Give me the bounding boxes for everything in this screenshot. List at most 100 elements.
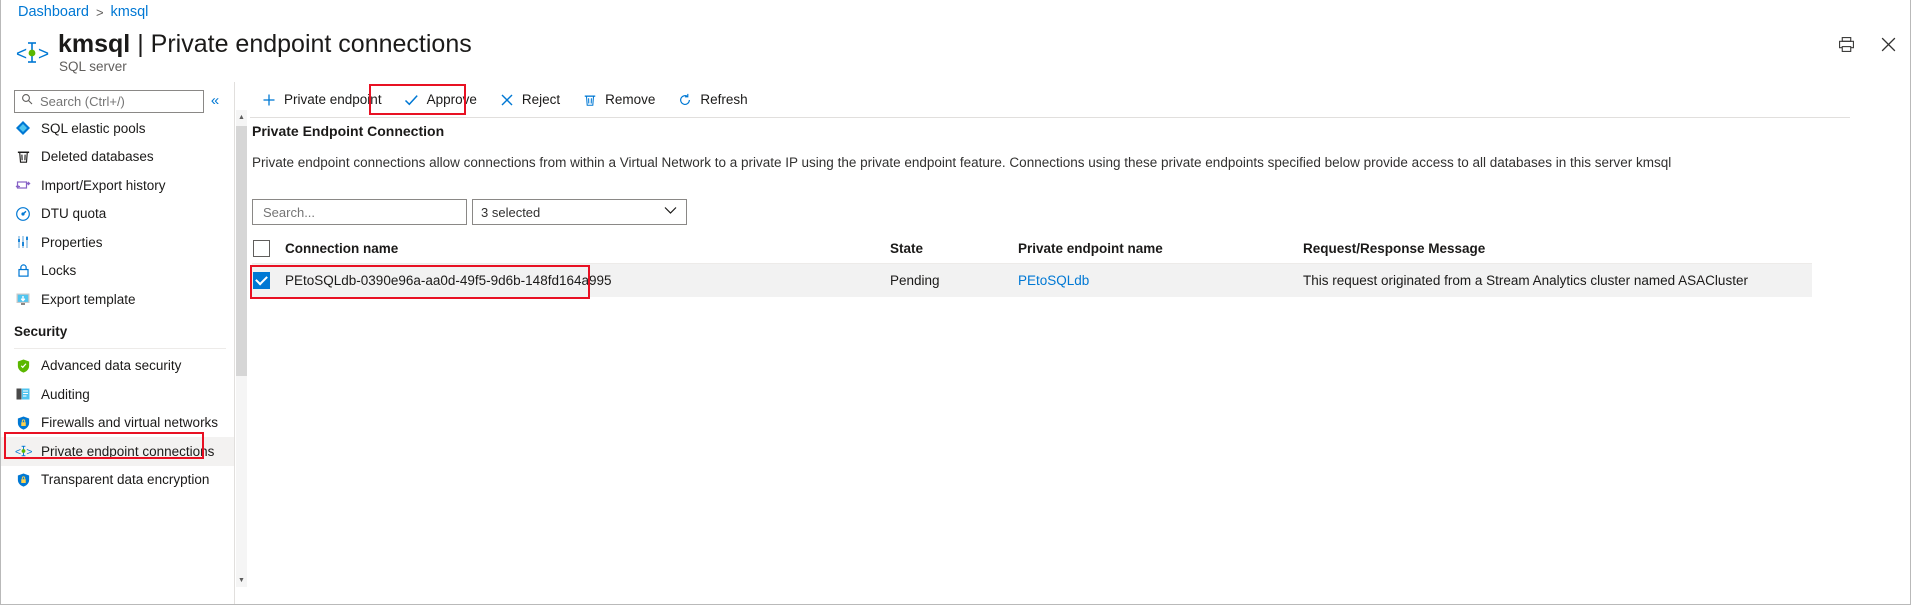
- x-icon: [499, 92, 515, 108]
- sidebar-item-properties[interactable]: Properties: [1, 228, 234, 257]
- search-input[interactable]: [38, 93, 188, 110]
- toolbar-divider: [250, 117, 1850, 118]
- breadcrumb-item-dashboard[interactable]: Dashboard: [18, 4, 89, 20]
- sidebar-item-sql-elastic-pools[interactable]: SQL elastic pools: [1, 114, 234, 143]
- sidebar-item-label: Deleted databases: [41, 149, 154, 164]
- table-search-input[interactable]: [261, 204, 458, 221]
- print-icon[interactable]: [1834, 32, 1858, 56]
- sliders-icon: [14, 233, 32, 251]
- auditing-icon: [14, 385, 32, 403]
- private-endpoint-link[interactable]: PEtoSQLdb: [1018, 273, 1089, 288]
- import-export-icon: [14, 176, 32, 194]
- sidebar-group-security: Security: [1, 314, 234, 344]
- sidebar-item-label: Locks: [41, 263, 76, 278]
- toolbar-button-label: Approve: [427, 92, 477, 107]
- scrollbar-thumb[interactable]: [236, 126, 247, 376]
- toolbar-button-label: Refresh: [700, 92, 747, 107]
- refresh-button[interactable]: Refresh: [666, 85, 758, 115]
- blade-header: < > kmsql | Private endpoint connections…: [1, 26, 1911, 82]
- search-icon: [15, 92, 38, 110]
- column-header-state[interactable]: State: [890, 241, 1018, 256]
- sidebar-item-firewalls-and-virtual-networks[interactable]: Firewalls and virtual networks: [1, 409, 234, 438]
- sidebar-item-label: SQL elastic pools: [41, 121, 146, 136]
- table-header-row: Connection name State Private endpoint n…: [252, 234, 1812, 264]
- sidebar-search-box[interactable]: [14, 90, 204, 113]
- azure-portal-blade: Dashboard > kmsql < > kmsql | Private en…: [0, 0, 1911, 605]
- sidebar-item-export-template[interactable]: Export template: [1, 285, 234, 314]
- sidebar-item-label: Import/Export history: [41, 178, 166, 193]
- resource-type-subtitle: SQL server: [59, 59, 127, 74]
- breadcrumb-item-kmsql[interactable]: kmsql: [111, 4, 149, 20]
- row-checkbox[interactable]: [253, 272, 270, 289]
- trash-icon: [14, 148, 32, 166]
- page-title-separator: |: [137, 30, 144, 58]
- sidebar-item-label: Advanced data security: [41, 358, 181, 373]
- private-endpoint-icon: < >: [15, 36, 49, 70]
- sidebar-item-label: Transparent data encryption: [41, 472, 209, 487]
- page-title-resource: kmsql: [58, 30, 130, 58]
- sidebar-collapse-button[interactable]: «: [205, 90, 225, 110]
- private-endpoint-icon: < >: [14, 442, 32, 460]
- sidebar-item-label: Properties: [41, 235, 103, 250]
- scroll-down-arrow[interactable]: ▼: [236, 573, 247, 587]
- column-header-connection-name[interactable]: Connection name: [285, 241, 890, 256]
- sidebar-item-label: Auditing: [41, 387, 90, 402]
- toolbar-button-label: Private endpoint: [284, 92, 382, 107]
- blade-sidebar: « SQL elastic pools: [1, 82, 235, 605]
- private-endpoint-button[interactable]: Private endpoint: [250, 85, 393, 115]
- elastic-pool-icon: [14, 119, 32, 137]
- chevron-down-icon: [664, 206, 677, 218]
- shield-lock-icon: [14, 471, 32, 489]
- scroll-up-arrow[interactable]: ▲: [236, 110, 247, 124]
- page-title: kmsql | Private endpoint connections: [58, 29, 472, 59]
- select-all-checkbox[interactable]: [253, 240, 270, 257]
- sidebar-item-locks[interactable]: Locks: [1, 257, 234, 286]
- table-search-box[interactable]: [252, 199, 467, 225]
- shield-blue-icon: [14, 414, 32, 432]
- column-header-request-response-message[interactable]: Request/Response Message: [1303, 241, 1812, 256]
- content-scrollbar[interactable]: ▲ ▼: [236, 110, 247, 587]
- section-description: Private endpoint connections allow conne…: [252, 155, 1671, 170]
- close-icon[interactable]: [1876, 32, 1900, 56]
- section-title: Private Endpoint Connection: [252, 123, 444, 139]
- state-filter-value: 3 selected: [481, 205, 540, 220]
- breadcrumb-separator: >: [96, 5, 104, 20]
- svg-text:<: <: [16, 44, 27, 65]
- state-filter-dropdown[interactable]: 3 selected: [472, 199, 687, 225]
- page-title-section: Private endpoint connections: [151, 30, 472, 58]
- reject-button[interactable]: Reject: [488, 85, 571, 115]
- svg-text:<: <: [15, 448, 21, 459]
- lock-icon: [14, 262, 32, 280]
- command-toolbar: Private endpoint Approve Reject: [250, 82, 759, 117]
- select-all-cell: [252, 240, 285, 257]
- column-header-private-endpoint-name[interactable]: Private endpoint name: [1018, 241, 1303, 256]
- approve-button[interactable]: Approve: [393, 85, 488, 115]
- sidebar-item-label: Export template: [41, 292, 136, 307]
- sidebar-item-advanced-data-security[interactable]: Advanced data security: [1, 352, 234, 381]
- sidebar-item-dtu-quota[interactable]: DTU quota: [1, 200, 234, 229]
- trash-icon: [582, 92, 598, 108]
- sidebar-item-private-endpoint-connections[interactable]: < > Private endpoint connections: [1, 437, 234, 466]
- remove-button[interactable]: Remove: [571, 85, 666, 115]
- sidebar-item-deleted-databases[interactable]: Deleted databases: [1, 143, 234, 172]
- row-select-cell: [252, 272, 285, 289]
- sidebar-search-row: «: [1, 86, 235, 116]
- sidebar-group-divider: [14, 348, 226, 349]
- refresh-icon: [677, 92, 693, 108]
- plus-icon: [261, 92, 277, 108]
- sidebar-item-label: Firewalls and virtual networks: [41, 415, 218, 430]
- sidebar-item-label: Private endpoint connections: [41, 444, 214, 459]
- sidebar-item-transparent-data-encryption[interactable]: Transparent data encryption: [1, 466, 234, 495]
- sidebar-item-import-export-history[interactable]: Import/Export history: [1, 171, 234, 200]
- cell-state: Pending: [890, 273, 1018, 288]
- shield-green-icon: [14, 357, 32, 375]
- check-icon: [404, 92, 420, 108]
- cell-private-endpoint-name: PEtoSQLdb: [1018, 273, 1303, 288]
- sidebar-item-label: DTU quota: [41, 206, 106, 221]
- blade-header-actions: [1834, 32, 1900, 56]
- sidebar-item-auditing[interactable]: Auditing: [1, 380, 234, 409]
- sidebar-item-list: SQL elastic pools Deleted databases: [1, 114, 234, 605]
- filter-row: 3 selected: [252, 199, 687, 225]
- table-row[interactable]: PEtoSQLdb-0390e96a-aa0d-49f5-9d6b-148fd1…: [252, 264, 1812, 297]
- connections-table: Connection name State Private endpoint n…: [252, 234, 1812, 297]
